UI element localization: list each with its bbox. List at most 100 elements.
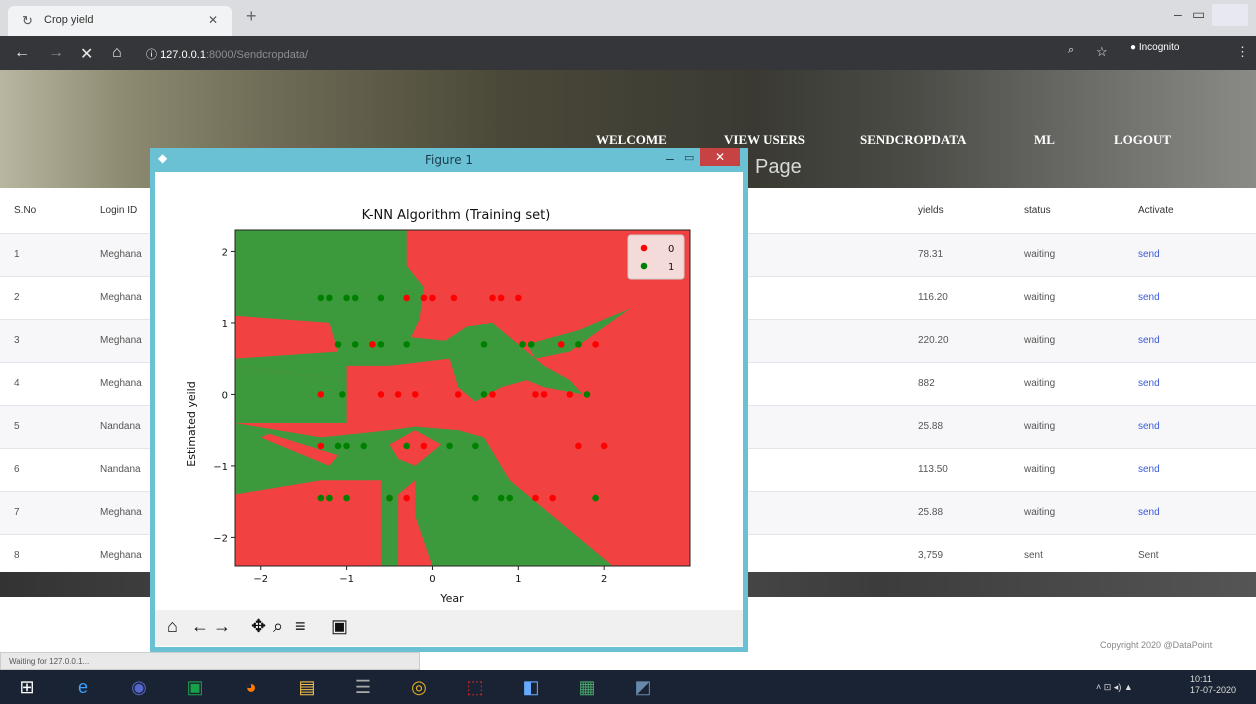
- nav-welcome[interactable]: WELCOME: [596, 132, 667, 148]
- cell-yields: 78.31: [918, 249, 944, 260]
- edge-icon[interactable]: e: [66, 672, 100, 702]
- x-tick-label: −1: [339, 574, 354, 585]
- cell-sno: 8: [14, 550, 20, 561]
- zoom-icon[interactable]: ⌕: [1068, 44, 1074, 57]
- figure-minimize-button[interactable]: –: [666, 150, 674, 166]
- data-point-class-0: [420, 294, 428, 302]
- cell-login: Meghana: [100, 378, 142, 389]
- data-point-class-1: [583, 391, 591, 398]
- cell-status: waiting: [1024, 421, 1056, 432]
- data-point-class-1: [351, 341, 359, 348]
- cell-activate[interactable]: send: [1138, 507, 1160, 518]
- firefox-icon[interactable]: ◕: [234, 672, 268, 702]
- forward-icon[interactable]: →: [48, 44, 64, 62]
- data-point-class-1: [497, 494, 505, 502]
- forward-icon[interactable]: →: [213, 616, 231, 637]
- cell-activate[interactable]: send: [1138, 249, 1160, 260]
- windows-start-icon[interactable]: ⊞: [10, 672, 44, 702]
- store-icon[interactable]: ▣: [178, 672, 212, 702]
- app-icon[interactable]: ◧: [514, 672, 548, 702]
- figure-close-button[interactable]: ✕: [700, 148, 740, 166]
- data-point-class-1: [343, 294, 350, 302]
- cell-login: Nandana: [100, 421, 141, 432]
- header-yields: yields: [918, 205, 944, 216]
- y-tick-label: −2: [213, 533, 228, 544]
- header-activate: Activate: [1138, 205, 1174, 216]
- data-point-class-1: [506, 494, 514, 502]
- data-point-class-1: [480, 391, 488, 398]
- page-title: Page: [755, 156, 802, 178]
- cell-yields: 113.50: [918, 464, 948, 475]
- data-point-class-0: [411, 391, 419, 398]
- data-point-class-0: [600, 442, 608, 450]
- data-point-class-0: [532, 494, 539, 502]
- cell-login: Meghana: [100, 292, 142, 303]
- database-icon[interactable]: ☰: [346, 672, 380, 702]
- back-icon[interactable]: ←: [14, 44, 30, 62]
- browser-tab[interactable]: ↻ Crop yield ✕: [8, 6, 232, 36]
- cell-activate[interactable]: send: [1138, 421, 1160, 432]
- cell-status: waiting: [1024, 464, 1056, 475]
- close-tab-icon[interactable]: ✕: [208, 13, 218, 27]
- clock[interactable]: 10:11 17-07-2020: [1190, 674, 1236, 696]
- data-point-class-1: [351, 294, 359, 302]
- copyright-text: Copyright 2020 @DataPoint: [1100, 640, 1213, 650]
- pan-icon[interactable]: ✥: [251, 616, 266, 637]
- cell-activate[interactable]: send: [1138, 335, 1160, 346]
- nav-logout[interactable]: LOGOUT: [1114, 132, 1171, 148]
- x-tick-label: 2: [601, 574, 607, 585]
- nav-sendcropdata[interactable]: SENDCROPDATA: [860, 132, 966, 148]
- cell-status: waiting: [1024, 292, 1056, 303]
- data-point-class-0: [377, 391, 385, 398]
- cell-yields: 25.88: [918, 421, 944, 432]
- data-point-class-0: [317, 391, 325, 398]
- home-icon[interactable]: ⌂: [167, 616, 178, 637]
- cell-login: Nandana: [100, 464, 141, 475]
- data-point-class-1: [527, 341, 535, 348]
- minimize-icon[interactable]: –: [1174, 6, 1182, 22]
- data-point-class-0: [454, 391, 462, 398]
- media-icon[interactable]: ◉: [122, 672, 156, 702]
- menu-icon[interactable]: ⋮: [1236, 44, 1249, 60]
- configure-icon[interactable]: ≡: [295, 616, 306, 637]
- cell-activate[interactable]: send: [1138, 292, 1160, 303]
- chrome-icon[interactable]: ◎: [402, 672, 436, 702]
- cell-login: Meghana: [100, 249, 142, 260]
- new-tab-button[interactable]: +: [246, 6, 257, 27]
- data-point-class-1: [317, 294, 325, 302]
- tray-icons[interactable]: ˄ ⊡ ◂) ▲: [1096, 682, 1133, 693]
- cell-activate[interactable]: send: [1138, 378, 1160, 389]
- pdf-icon[interactable]: ⬚: [458, 672, 492, 702]
- data-point-class-0: [489, 294, 496, 302]
- cell-sno: 4: [14, 378, 20, 389]
- cell-yields: 220.20: [918, 335, 949, 346]
- data-point-class-0: [515, 294, 522, 302]
- data-point-class-1: [480, 341, 488, 348]
- legend-marker-0: [640, 244, 648, 252]
- cell-yields: 3,759: [918, 550, 944, 561]
- y-axis-label: Estimated yeild: [185, 381, 198, 466]
- data-point-class-1: [519, 341, 526, 348]
- nav-view-users[interactable]: VIEW USERS: [724, 132, 805, 148]
- photo-icon[interactable]: ▦: [570, 672, 604, 702]
- cell-activate[interactable]: send: [1138, 464, 1160, 475]
- nav-ml[interactable]: ML: [1034, 132, 1055, 148]
- home-icon[interactable]: ⌂: [112, 44, 122, 62]
- save-icon[interactable]: ▣: [331, 616, 348, 637]
- data-point-class-0: [420, 442, 428, 450]
- explorer-icon[interactable]: ▤: [290, 672, 324, 702]
- cell-status: waiting: [1024, 378, 1056, 389]
- cell-yields: 116.20: [918, 292, 948, 303]
- star-icon[interactable]: ☆: [1096, 44, 1108, 60]
- figure-maximize-button[interactable]: ▭: [684, 151, 694, 164]
- maximize-icon[interactable]: ▭: [1192, 6, 1205, 23]
- back-icon[interactable]: ←: [191, 616, 209, 637]
- python-icon[interactable]: ◩: [626, 672, 660, 702]
- tab-title: Crop yield: [44, 14, 94, 26]
- data-point-class-1: [377, 341, 385, 348]
- data-point-class-1: [592, 494, 599, 502]
- window-close-button[interactable]: [1212, 4, 1248, 26]
- stop-icon[interactable]: ✕: [80, 44, 93, 64]
- zoom-icon[interactable]: ⌕: [273, 616, 283, 637]
- url-field[interactable]: ⓘ 127.0.0.1:8000/Sendcropdata/: [136, 42, 1056, 64]
